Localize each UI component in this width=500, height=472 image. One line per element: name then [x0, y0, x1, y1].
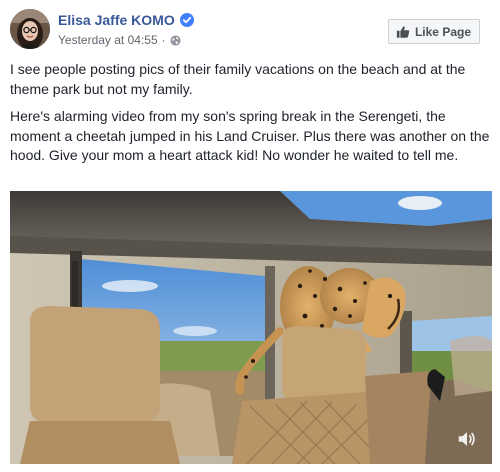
- post-timestamp[interactable]: Yesterday at 04:55: [58, 33, 158, 47]
- meta-separator: ·: [161, 33, 166, 47]
- video-player[interactable]: [10, 191, 492, 464]
- post-paragraph: Here's alarming video from my son's spri…: [10, 108, 490, 163]
- globe-icon: [170, 34, 181, 46]
- post-header: Elisa Jaffe KOMO Yesterday at 04:55 · Li…: [10, 9, 490, 53]
- thumbs-up-icon: [396, 25, 410, 38]
- post-meta: Yesterday at 04:55 ·: [58, 33, 181, 47]
- like-page-label: Like Page: [414, 24, 471, 39]
- like-page-button[interactable]: Like Page: [387, 19, 480, 44]
- author-avatar[interactable]: [10, 9, 50, 49]
- verified-badge-icon: [179, 13, 194, 27]
- volume-icon[interactable]: [456, 428, 478, 450]
- video-frame: [10, 191, 492, 464]
- avatar-image: [10, 9, 50, 49]
- author-name[interactable]: Elisa Jaffe KOMO: [58, 12, 175, 28]
- post-paragraph: I see people posting pics of their famil…: [10, 61, 466, 97]
- post-body: I see people posting pics of their famil…: [10, 60, 492, 174]
